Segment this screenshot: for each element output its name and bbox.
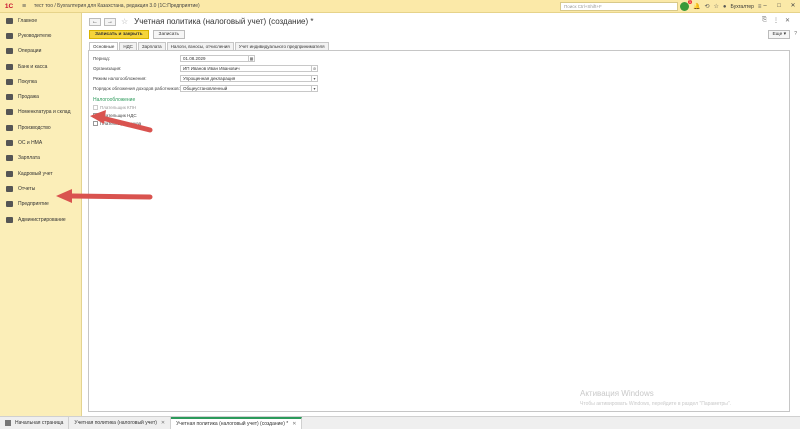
more-vertical-icon[interactable]: ⋮ <box>773 17 779 24</box>
app-logo: 1С <box>4 2 14 10</box>
sidebar-item-admin[interactable]: Администрирование <box>0 212 81 227</box>
tab-main[interactable]: Основные <box>89 42 119 50</box>
sale-icon <box>6 94 13 101</box>
period-label: Период: <box>93 56 111 61</box>
settings-icon <box>6 216 13 223</box>
close-icon[interactable]: ✕ <box>786 0 800 13</box>
close-tab-icon[interactable]: ✕ <box>292 421 296 427</box>
income-tax-select[interactable]: Общеустановленный ▾ <box>180 85 318 92</box>
form-tabs: Основные НДС Зарплата Налоги, взносы, от… <box>89 42 330 50</box>
reports-icon <box>6 185 13 192</box>
chart-icon <box>6 32 13 39</box>
save-and-close-button[interactable]: Записать и закрыть <box>89 30 149 39</box>
sidebar-item-enterprise[interactable]: Предприятие <box>0 197 81 212</box>
bottom-tab-home[interactable]: Начальная страница <box>0 416 70 429</box>
checkbox-box[interactable] <box>93 121 98 126</box>
forward-button[interactable]: → <box>104 17 116 26</box>
assets-icon <box>6 140 13 147</box>
cart-icon <box>6 78 13 85</box>
windows-activation-title: Активация Windows <box>580 389 654 398</box>
help-icon[interactable]: ? <box>794 31 797 37</box>
main-area: ← → ☆ Учетная политика (налоговый учет) … <box>83 13 800 416</box>
minimize-icon[interactable]: – <box>758 0 772 13</box>
favorite-star-icon[interactable]: ☆ <box>121 17 128 26</box>
sidebar-item-hr[interactable]: Кадровый учет <box>0 166 81 181</box>
back-button[interactable]: ← <box>89 17 101 26</box>
link-icon[interactable]: ⎘ <box>762 17 767 24</box>
warehouse-icon <box>6 109 13 116</box>
user-name[interactable]: Бухгалтер <box>731 4 754 10</box>
sidebar: Главное Руководителю Операции Банк и кас… <box>0 13 82 416</box>
global-search-input[interactable]: Поиск Ctrl+Shift+F <box>560 2 678 11</box>
checkbox-vat-payer[interactable]: ✓ Плательщик НДС <box>93 113 137 118</box>
bottom-tab-policy[interactable]: Учетная политика (налоговый учет) ✕ <box>69 416 172 429</box>
calendar-icon[interactable]: ▦ <box>248 56 254 61</box>
bottom-tab-policy-create[interactable]: Учетная политика (налоговый учет) (созда… <box>171 416 303 429</box>
close-tab-icon[interactable]: ✕ <box>161 420 165 426</box>
checkbox-box[interactable] <box>93 105 98 110</box>
enterprise-icon <box>6 201 13 208</box>
tab-ip-accounting[interactable]: Учет индивидуального предпринимателя <box>234 42 329 50</box>
checkbox-excise-payer[interactable]: Плательщик акциза <box>93 121 141 126</box>
factory-icon <box>6 124 13 131</box>
history-icon[interactable]: ⟲ <box>704 3 709 10</box>
org-field[interactable]: ИП Иванов Иван Иванович ⊘ <box>180 65 318 72</box>
notifications-icon[interactable]: 1 <box>680 0 692 11</box>
bell-icon[interactable]: 🔔 <box>693 3 700 10</box>
save-button[interactable]: Записать <box>152 30 186 39</box>
period-field[interactable]: 01.08.2029 ▦ <box>180 55 255 62</box>
home-icon <box>5 420 11 426</box>
chevron-down-icon[interactable]: ▾ <box>311 76 317 81</box>
bank-icon <box>6 63 13 70</box>
checkbox-box-checked[interactable]: ✓ <box>93 113 98 118</box>
people-icon <box>6 170 13 177</box>
notification-count-badge: 1 <box>688 0 692 4</box>
sidebar-item-warehouse[interactable]: Номенклатура и склад <box>0 105 81 120</box>
menu-icon <box>6 17 13 24</box>
maximize-icon[interactable]: □ <box>772 0 786 13</box>
sidebar-item-main[interactable]: Главное <box>0 13 81 28</box>
favorites-star-icon[interactable]: ☆ <box>714 3 719 10</box>
sidebar-item-operations[interactable]: Операции <box>0 44 81 59</box>
page-title: Учетная политика (налоговый учет) (созда… <box>134 17 314 26</box>
open-link-icon[interactable]: ⊘ <box>311 66 317 71</box>
windows-activation-text: Чтобы активировать Windows, перейдите в … <box>580 401 732 407</box>
hamburger-menu-icon[interactable]: ≡ <box>18 3 30 10</box>
income-tax-label: Порядок обложения доходов работников: <box>93 86 180 91</box>
title-bar: 1С ≡ тест тоо / Бухгалтерия для Казахста… <box>0 0 800 13</box>
operations-icon <box>6 48 13 55</box>
sidebar-item-purchase[interactable]: Покупка <box>0 74 81 89</box>
sidebar-item-salary[interactable]: Зарплата <box>0 151 81 166</box>
sidebar-item-director[interactable]: Руководителю <box>0 28 81 43</box>
sidebar-item-production[interactable]: Производство <box>0 120 81 135</box>
open-windows-bar: Начальная страница Учетная политика (нал… <box>0 416 800 429</box>
tab-vat[interactable]: НДС <box>119 42 137 50</box>
tab-panel: Период: 01.08.2029 ▦ Организация: ИП Ива… <box>88 50 790 412</box>
checkbox-cit-payer[interactable]: Плательщик КПН <box>93 105 136 110</box>
tax-regime-label: Режим налогообложения: <box>93 76 147 81</box>
sidebar-item-assets[interactable]: ОС и НМА <box>0 135 81 150</box>
tax-regime-select[interactable]: Упрощенная декларация ▾ <box>180 75 318 82</box>
more-button[interactable]: Еще ▾ <box>768 30 790 39</box>
user-icon[interactable]: ● <box>723 4 727 10</box>
salary-icon <box>6 155 13 162</box>
chevron-down-icon[interactable]: ▾ <box>311 86 317 91</box>
sidebar-item-reports[interactable]: Отчеты <box>0 181 81 196</box>
section-title: Налогообложение <box>93 97 136 103</box>
tab-salary[interactable]: Зарплата <box>137 42 166 50</box>
org-label: Организация: <box>93 66 122 71</box>
sidebar-item-sale[interactable]: Продажа <box>0 89 81 104</box>
tab-taxes[interactable]: Налоги, взносы, отчисления <box>166 42 234 50</box>
close-form-icon[interactable]: ✕ <box>785 17 790 24</box>
sidebar-item-bank[interactable]: Банк и касса <box>0 59 81 74</box>
